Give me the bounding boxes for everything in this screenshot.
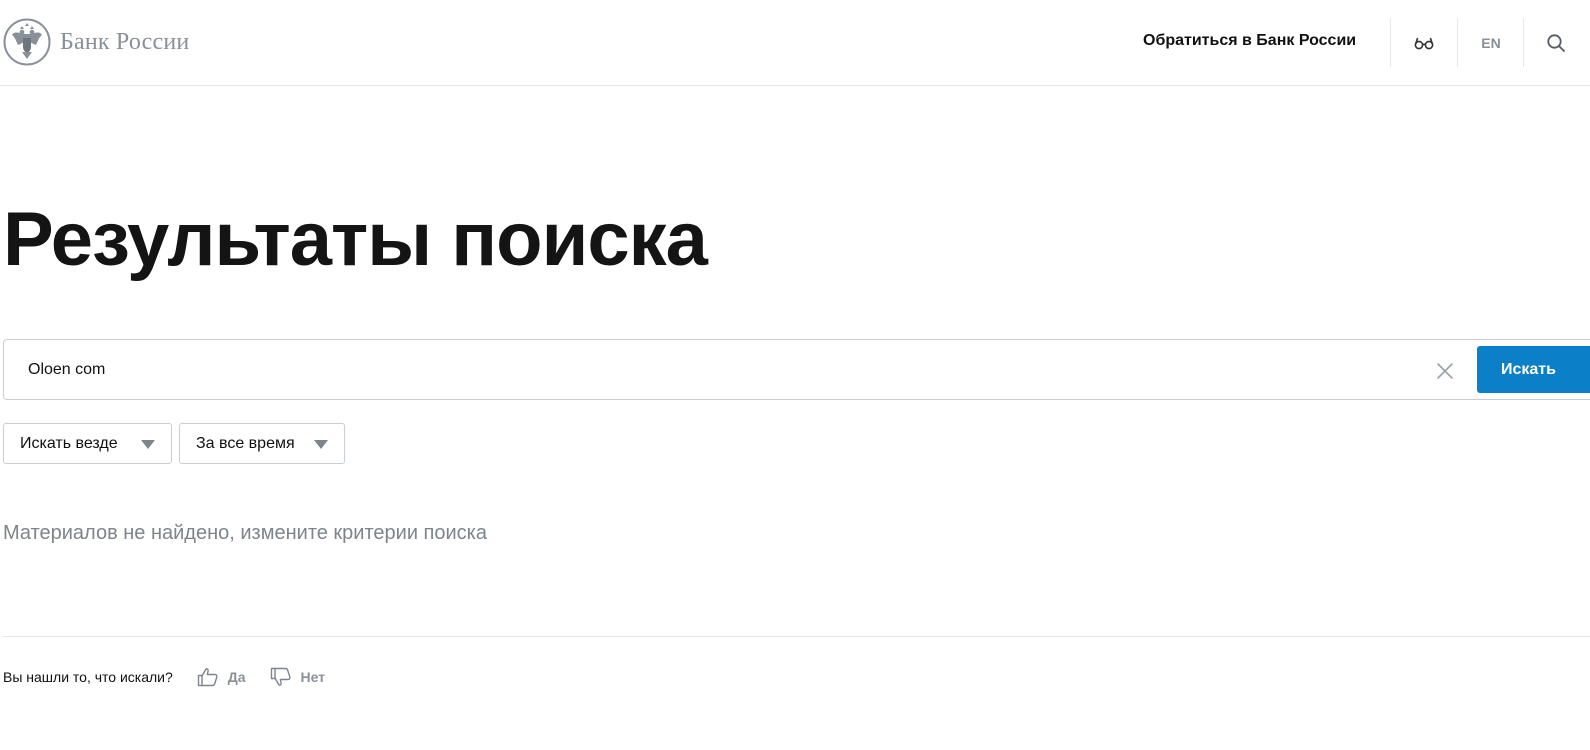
feedback-yes-button[interactable]: Да xyxy=(197,667,246,687)
contact-bank-link[interactable]: Обратиться в Банк России xyxy=(1143,32,1356,50)
search-submit-button[interactable]: Искать xyxy=(1477,346,1590,393)
language-switch[interactable]: EN xyxy=(1458,18,1524,67)
period-filter-value: За все время xyxy=(196,434,295,452)
feedback-no-label: Нет xyxy=(300,669,326,685)
accessibility-button[interactable] xyxy=(1391,18,1457,67)
feedback-question: Вы нашли то, что искали? xyxy=(3,669,173,685)
scope-filter-value: Искать везде xyxy=(20,434,118,452)
close-icon[interactable] xyxy=(1434,360,1456,382)
site-header: Банк России Обратиться в Банк России EN xyxy=(0,0,1590,86)
eagle-emblem-icon xyxy=(3,18,51,66)
search-icon xyxy=(1547,33,1565,52)
logo-link[interactable]: Банк России xyxy=(3,18,189,66)
feedback-no-button[interactable]: Нет xyxy=(270,667,326,687)
feedback-bar: Вы нашли то, что искали? Да Нет xyxy=(3,664,325,690)
scope-filter-select[interactable]: Искать везде xyxy=(3,423,172,464)
caret-down-icon xyxy=(141,440,155,449)
thumbs-up-icon xyxy=(197,668,218,687)
no-results-message: Материалов не найдено, измените критерии… xyxy=(3,522,487,544)
header-search-button[interactable] xyxy=(1524,18,1588,67)
caret-down-icon xyxy=(314,440,328,449)
glasses-icon xyxy=(1414,37,1434,49)
thumbs-down-icon xyxy=(270,667,291,686)
search-box xyxy=(3,339,1590,400)
period-filter-select[interactable]: За все время xyxy=(179,423,345,464)
feedback-yes-label: Да xyxy=(227,669,246,685)
page-title: Результаты поиска xyxy=(3,197,708,282)
content-divider xyxy=(3,636,1590,637)
search-input[interactable] xyxy=(28,352,1408,388)
logo-text: Банк России xyxy=(60,28,190,55)
